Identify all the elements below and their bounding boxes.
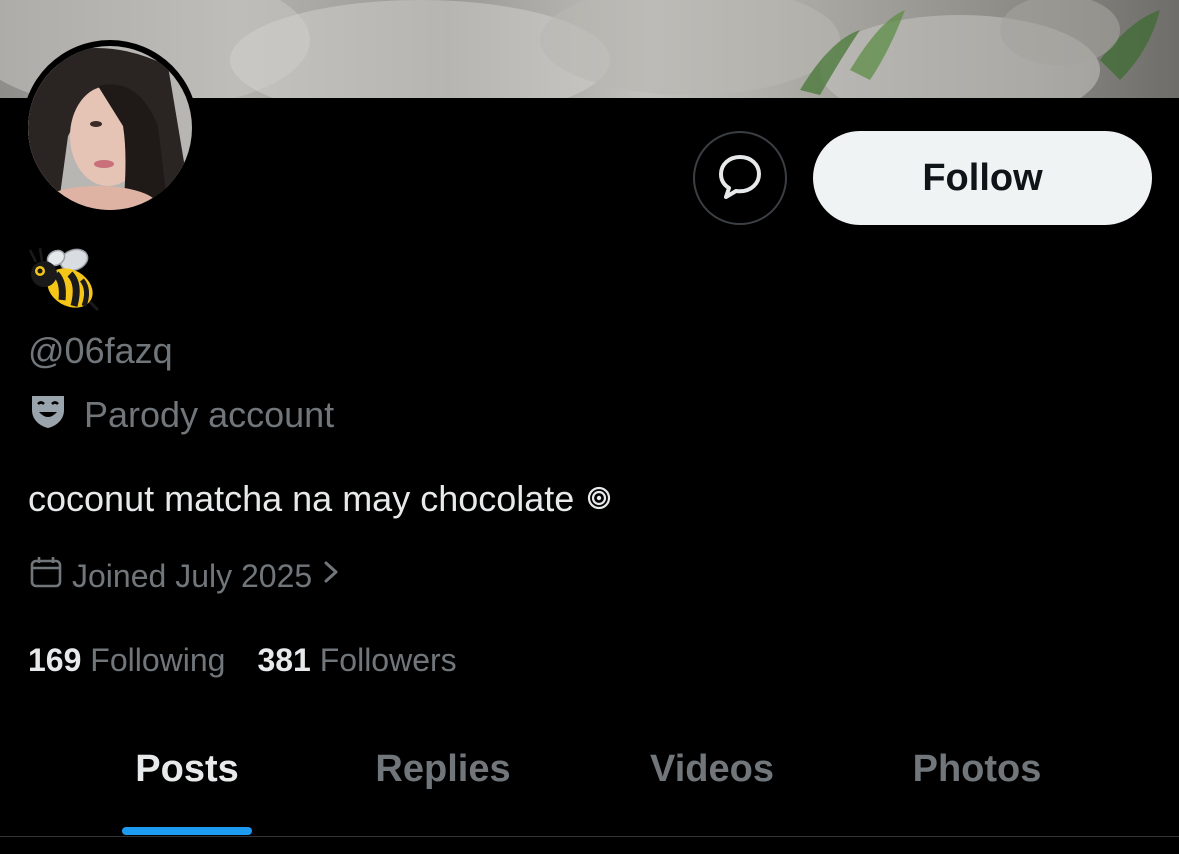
following-label: Following [90, 642, 226, 678]
followers-count: 381 [257, 642, 311, 678]
following-stat[interactable]: 169 Following [28, 642, 225, 679]
follow-stats: 169 Following 381 Followers [28, 642, 457, 679]
message-button[interactable] [693, 131, 787, 225]
followers-label: Followers [319, 642, 457, 678]
following-count: 169 [28, 642, 82, 678]
joined-date[interactable]: Joined July 2025 [28, 554, 342, 598]
follow-button[interactable]: Follow [813, 131, 1152, 225]
avatar-image [28, 46, 192, 210]
chevron-right-icon [320, 557, 342, 595]
bio-text: coconut matcha na may chocolate [28, 478, 575, 519]
profile-handle: @06fazq [28, 330, 173, 371]
tab-videos[interactable]: Videos [650, 748, 774, 791]
message-bubble-icon [715, 151, 765, 206]
joined-label: Joined July 2025 [72, 557, 313, 594]
active-tab-indicator [122, 827, 252, 835]
theater-mask-icon [28, 390, 68, 439]
parody-account-label: Parody account [84, 393, 335, 435]
spiral-icon [586, 478, 612, 520]
parody-label-row: Parody account [28, 390, 334, 439]
tab-posts[interactable]: Posts [135, 748, 238, 791]
bee-icon [28, 244, 100, 316]
tab-photos[interactable]: Photos [913, 748, 1042, 791]
profile-tabs: Posts Replies Videos Photos [0, 730, 1179, 837]
profile-bio: coconut matcha na may chocolate [28, 478, 612, 520]
followers-stat[interactable]: 381 Followers [257, 642, 456, 679]
tab-replies[interactable]: Replies [375, 748, 510, 791]
calendar-icon [28, 554, 64, 598]
profile-avatar[interactable] [22, 40, 198, 216]
